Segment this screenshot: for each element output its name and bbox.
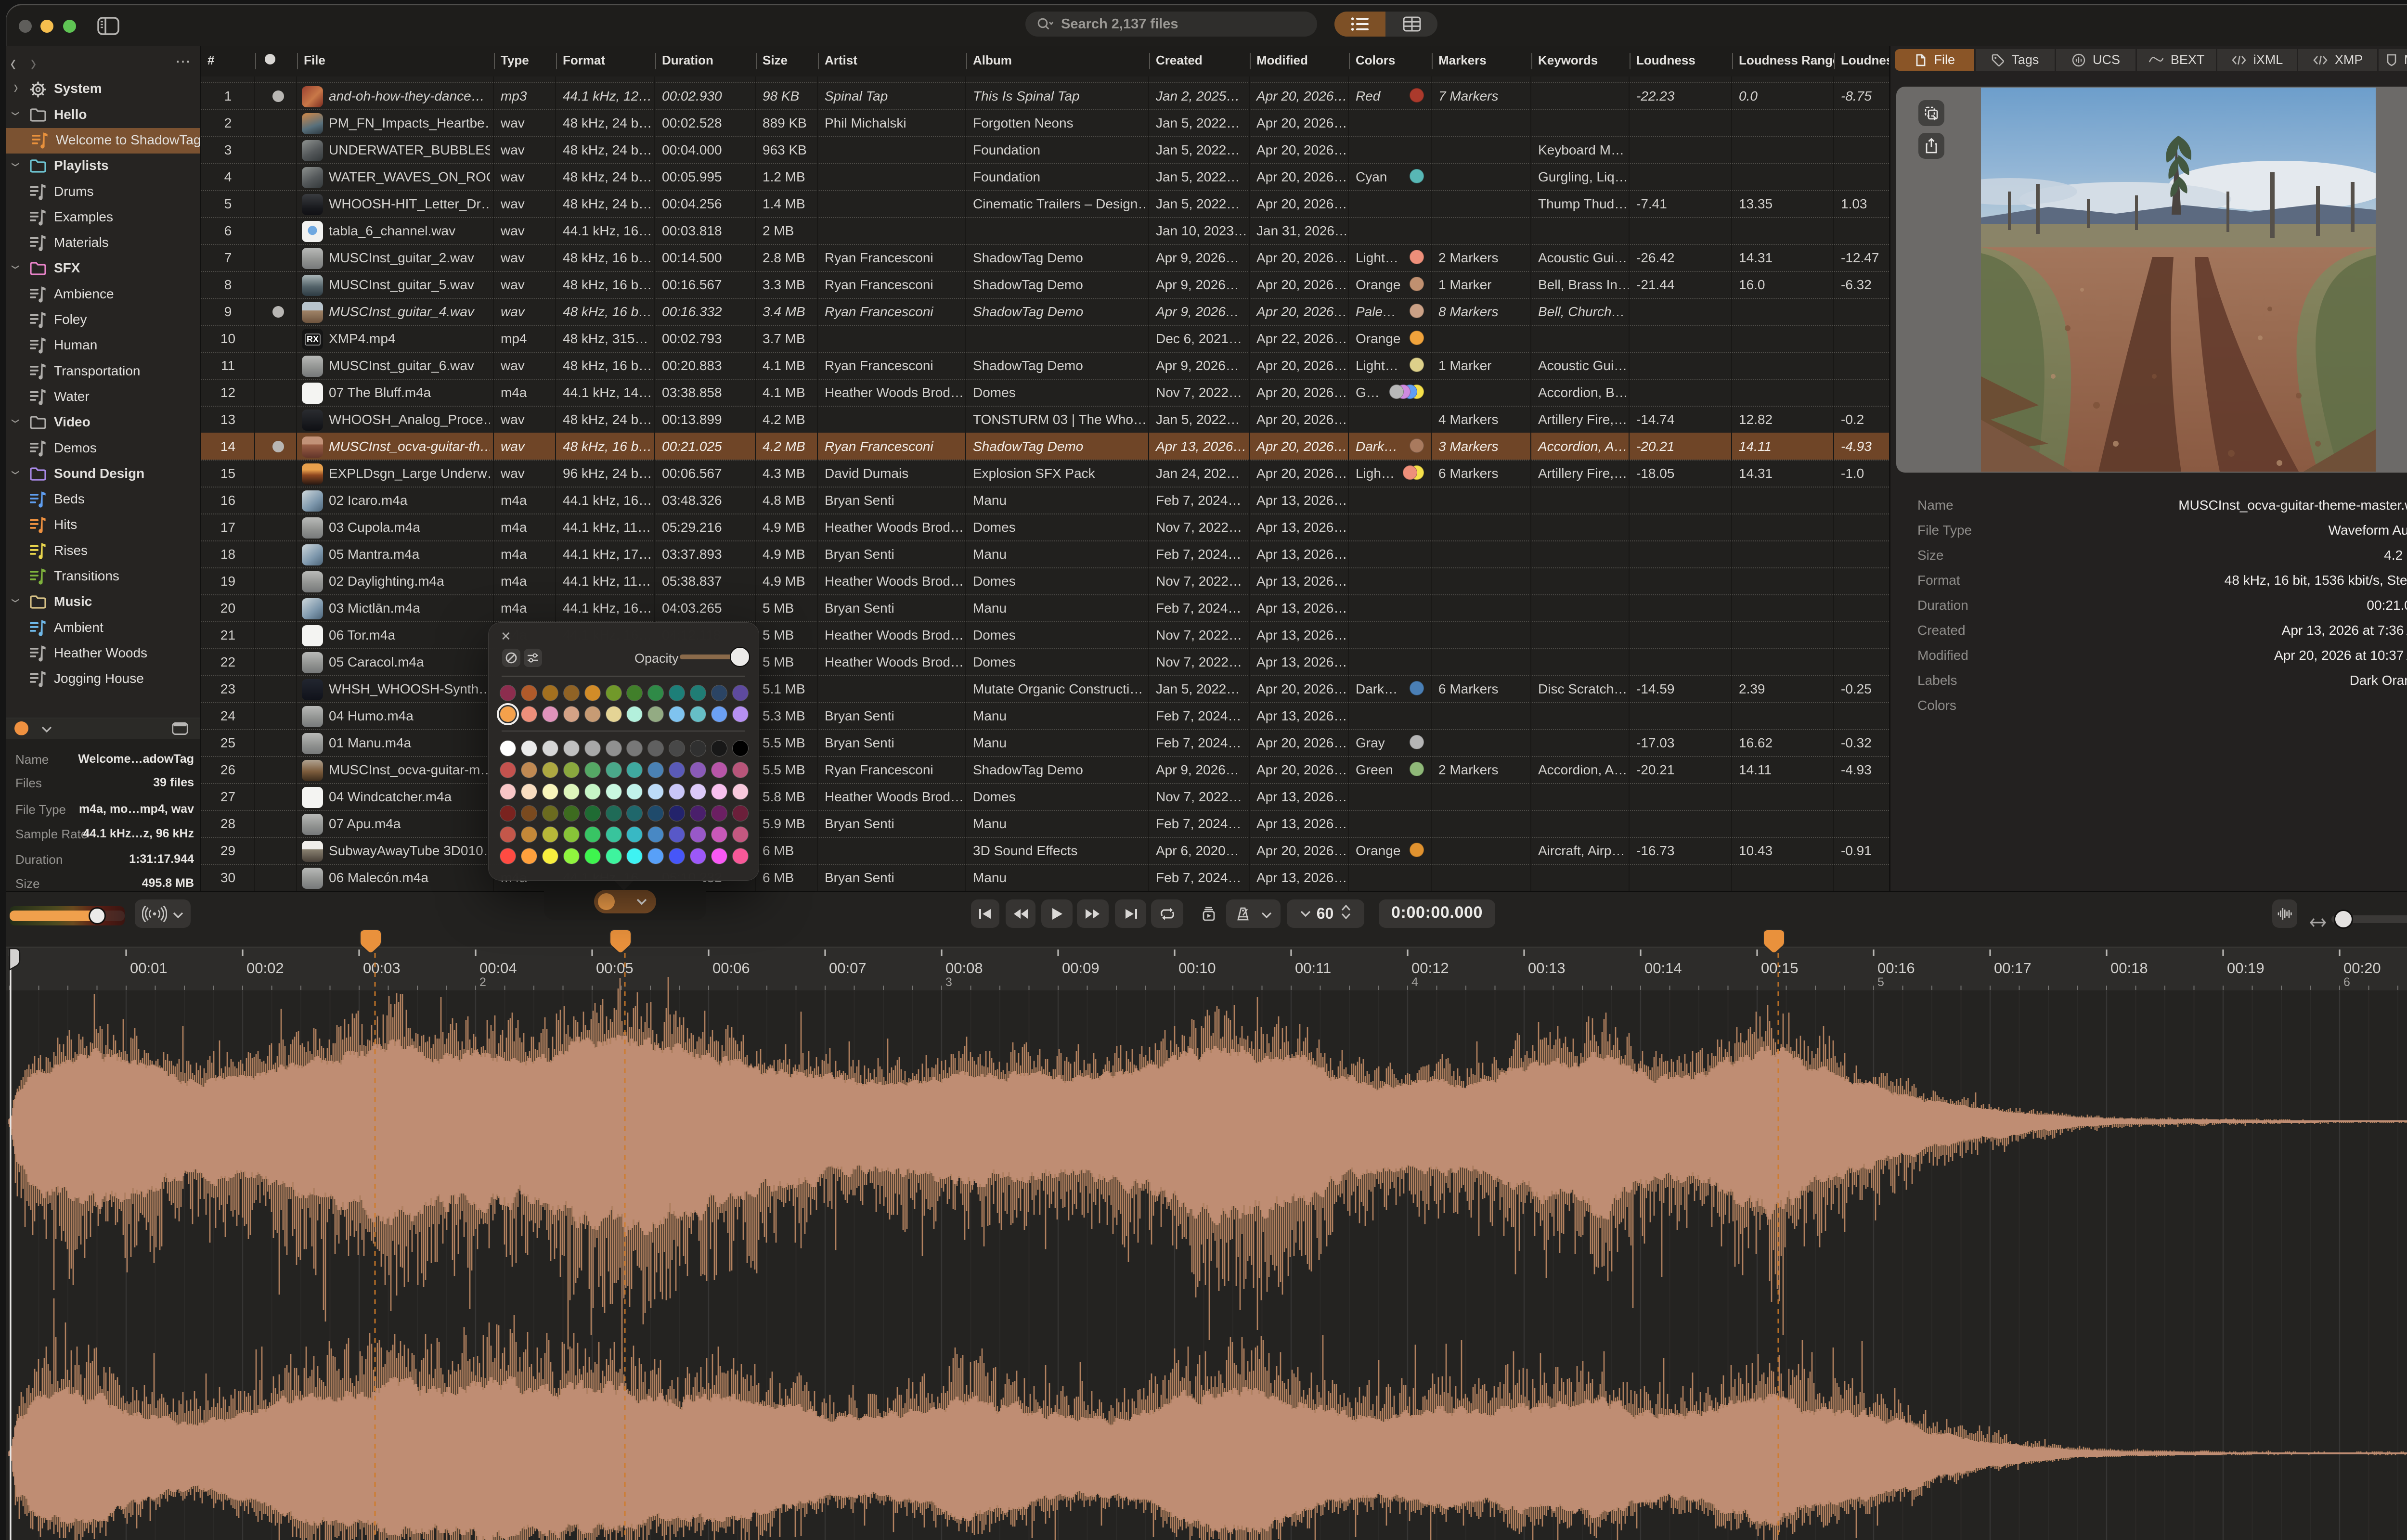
svg-text:00:10: 00:10 [1178,960,1216,976]
svg-text:4: 4 [1411,975,1418,989]
svg-text:00:19: 00:19 [2227,960,2265,976]
svg-text:00:05: 00:05 [596,960,634,976]
svg-text:00:11: 00:11 [1295,960,1331,976]
svg-text:2: 2 [479,975,486,989]
svg-text:00:02: 00:02 [246,960,284,976]
svg-text:00:12: 00:12 [1411,960,1449,976]
svg-text:00:18: 00:18 [2110,960,2148,976]
svg-text:6: 6 [2343,975,2350,989]
svg-text:00:17: 00:17 [1994,960,2032,976]
svg-text:00:13: 00:13 [1528,960,1566,976]
svg-text:3: 3 [945,975,952,989]
svg-text:00:03: 00:03 [363,960,401,976]
svg-text:00:04: 00:04 [479,960,517,976]
svg-text:00:14: 00:14 [1644,960,1682,976]
svg-text:00:08: 00:08 [945,960,983,976]
svg-text:00:01: 00:01 [130,960,168,976]
svg-text:00:07: 00:07 [829,960,867,976]
svg-text:00:16: 00:16 [1877,960,1915,976]
svg-text:00:20: 00:20 [2343,960,2381,976]
svg-text:00:09: 00:09 [1062,960,1100,976]
svg-text:5: 5 [1877,975,1884,989]
svg-text:00:06: 00:06 [712,960,750,976]
svg-text:00:15: 00:15 [1761,960,1799,976]
